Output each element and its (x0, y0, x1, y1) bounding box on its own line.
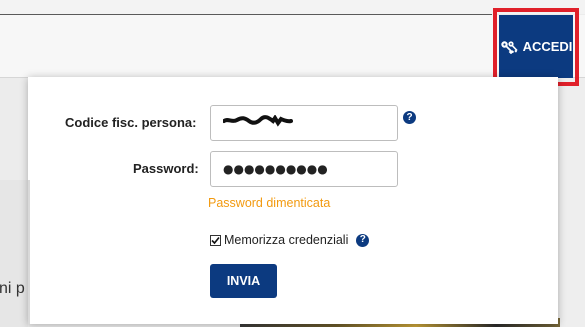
background-text: ni p (0, 280, 25, 297)
fiscal-code-label: Codice fisc. persona: (65, 115, 197, 130)
forgot-password-link[interactable]: Password dimenticata (208, 196, 330, 210)
help-glyph: ? (406, 111, 413, 123)
fiscal-code-help-icon[interactable]: ? (403, 111, 416, 124)
checkmark-icon (211, 236, 220, 244)
popup-side-accent (28, 180, 30, 324)
remember-credentials-label: Memorizza credenziali (224, 233, 349, 247)
fiscal-code-input[interactable] (210, 105, 398, 141)
page: ni p ACCEDI Codice fisc. persona: ? Pass… (0, 0, 585, 327)
remember-credentials-row: Memorizza credenziali ? (210, 233, 370, 247)
fiscal-code-masked-value (222, 114, 293, 132)
submit-button[interactable]: INVIA (210, 264, 277, 298)
help-glyph: ? (359, 234, 366, 245)
login-popup: Codice fisc. persona: ? Password: ●●●●●●… (28, 77, 558, 324)
submit-button-label: INVIA (226, 274, 261, 288)
login-button-highlight (493, 8, 579, 86)
background-panel (0, 180, 28, 327)
remember-credentials-checkbox[interactable] (210, 234, 221, 246)
password-label: Password: (133, 161, 199, 176)
background-right-column (560, 78, 585, 327)
password-input[interactable]: ●●●●●●●●●● (210, 151, 398, 187)
remember-help-icon[interactable]: ? (356, 233, 370, 247)
password-value: ●●●●●●●●●● (223, 162, 328, 176)
